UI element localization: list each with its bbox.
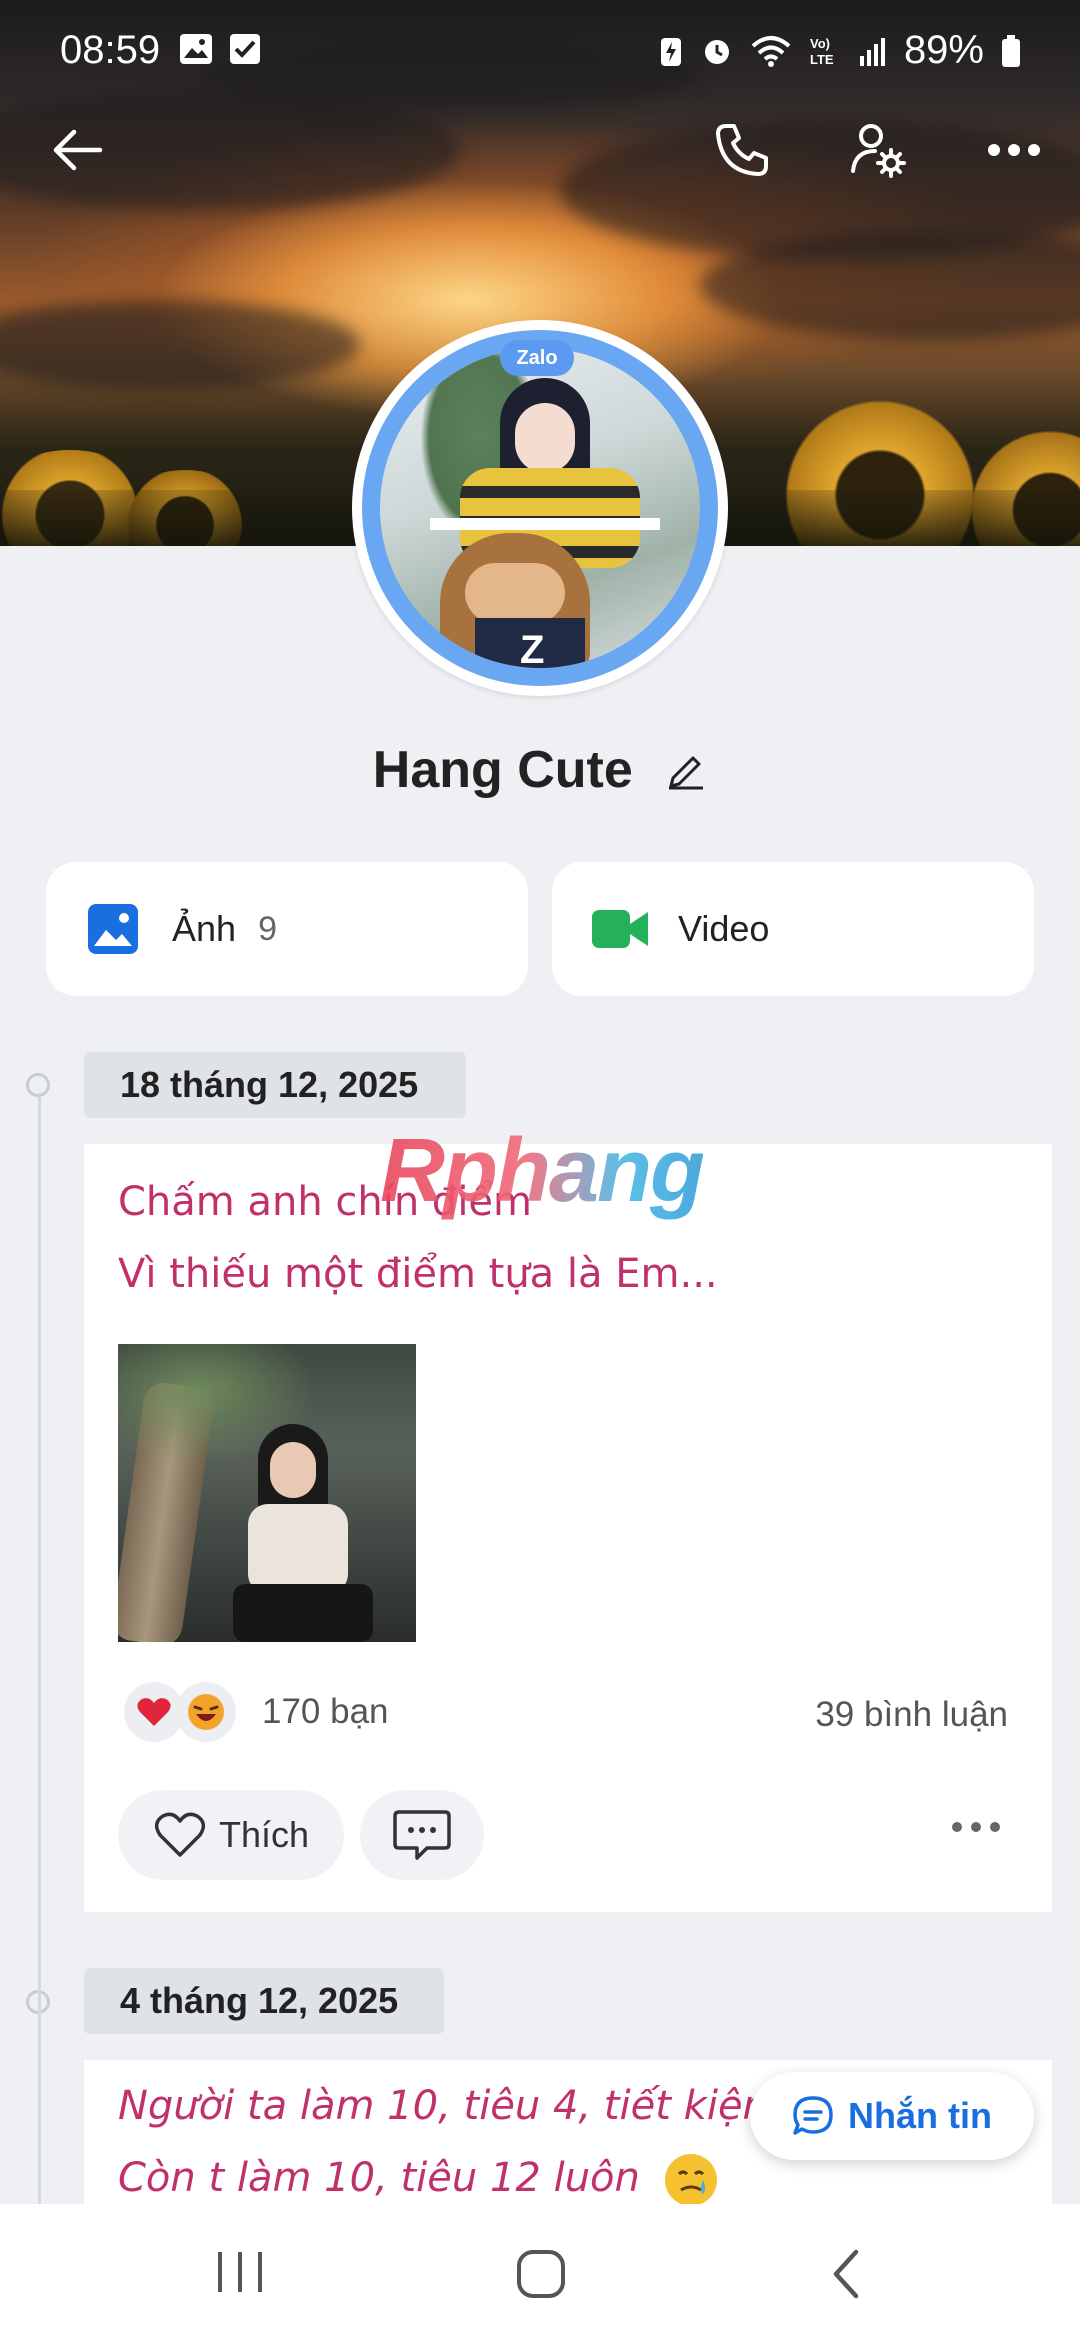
- call-button[interactable]: [702, 110, 782, 190]
- video-card[interactable]: Video: [552, 862, 1034, 996]
- home-button[interactable]: [515, 2248, 567, 2305]
- system-nav-bar: [0, 2204, 1080, 2340]
- avatar[interactable]: Z Zalo: [352, 320, 728, 696]
- phone-icon: [716, 124, 768, 176]
- svg-text:LTE: LTE: [810, 52, 834, 67]
- nav-back-button[interactable]: [826, 2248, 866, 2305]
- pencil-icon: [669, 756, 704, 790]
- timeline-dot: [26, 1073, 50, 1097]
- gallery-notification-icon: [180, 34, 212, 64]
- post-more-button[interactable]: [950, 1820, 1002, 1839]
- edit-name-button[interactable]: [665, 743, 707, 803]
- chat-bubble-icon: [793, 2096, 833, 2135]
- battery-percent: 89%: [903, 28, 984, 72]
- post-photo[interactable]: [118, 1344, 416, 1642]
- home-icon: [517, 2250, 565, 2298]
- photos-label: Ảnh: [172, 908, 237, 949]
- reactions-count: 170 bạn: [262, 1692, 389, 1731]
- notification-icons: [178, 32, 262, 66]
- timeline-line: [38, 1084, 41, 1984]
- image-icon: [88, 904, 138, 954]
- alarm-icon: [704, 39, 729, 64]
- reactions-summary[interactable]: 170 bạn: [124, 1682, 389, 1742]
- laugh-reaction-icon: [176, 1682, 236, 1742]
- status-bar: 08:59 Vo) LTE 89%: [0, 0, 1080, 100]
- signal-icon: [859, 37, 885, 66]
- like-button[interactable]: Thích: [118, 1790, 344, 1880]
- post-date: 4 tháng 12, 2025: [84, 1968, 444, 2034]
- checkbox-notification-icon: [230, 34, 260, 64]
- post-caption-text: Còn t làm 10, tiêu 12 luôn: [118, 2155, 640, 2201]
- heart-reaction-icon: [124, 1682, 184, 1742]
- profile-name: Hang Cute: [372, 741, 633, 799]
- battery-icon: [1002, 34, 1020, 67]
- post-date: 18 tháng 12, 2025: [84, 1052, 466, 1118]
- wifi-icon: [751, 35, 791, 67]
- svg-text:Vo): Vo): [810, 36, 830, 51]
- zalo-badge: Zalo: [500, 340, 574, 376]
- photos-card[interactable]: Ảnh 9: [46, 862, 528, 996]
- status-time: 08:59: [60, 28, 161, 72]
- recent-apps-icon: [218, 2252, 262, 2292]
- battery-saver-icon: [660, 37, 681, 66]
- arrow-left-icon: [53, 129, 103, 171]
- video-camera-icon: [592, 910, 648, 948]
- chevron-left-icon: [833, 2249, 859, 2299]
- volte-icon: Vo)LTE: [810, 36, 834, 67]
- more-horizontal-icon: [952, 1822, 1000, 1832]
- heart-outline-icon: [154, 1812, 206, 1857]
- photos-count: 9: [258, 909, 277, 948]
- avatar-image: Z: [380, 348, 700, 668]
- comment-button[interactable]: [360, 1790, 484, 1880]
- more-options-button[interactable]: [974, 110, 1054, 190]
- send-message-button[interactable]: Nhắn tin: [750, 2072, 1034, 2160]
- comments-count[interactable]: 39 bình luận: [815, 1695, 1008, 1735]
- profile-settings-button[interactable]: [838, 110, 918, 190]
- recent-apps-button[interactable]: [210, 2248, 270, 2301]
- video-label: Video: [678, 908, 770, 949]
- send-message-label: Nhắn tin: [848, 2095, 992, 2136]
- profile-name-row: Hang Cute: [0, 740, 1080, 803]
- more-horizontal-icon: [988, 144, 1040, 156]
- like-label: Thích: [218, 1814, 310, 1855]
- post-caption-line: Vì thiếu một điểm tựa là Em...: [118, 1251, 718, 1297]
- watermark: Rphang: [380, 1121, 705, 1221]
- status-right: Vo) LTE 89%: [658, 28, 1022, 73]
- back-button[interactable]: [38, 110, 118, 190]
- comment-icon: [393, 1810, 451, 1860]
- post-card[interactable]: Chấm anh chín điểm Vì thiếu một điểm tựa…: [84, 1144, 1052, 1912]
- user-settings-icon: [851, 124, 906, 178]
- tearful-smile-emoji-icon: [664, 2154, 717, 2204]
